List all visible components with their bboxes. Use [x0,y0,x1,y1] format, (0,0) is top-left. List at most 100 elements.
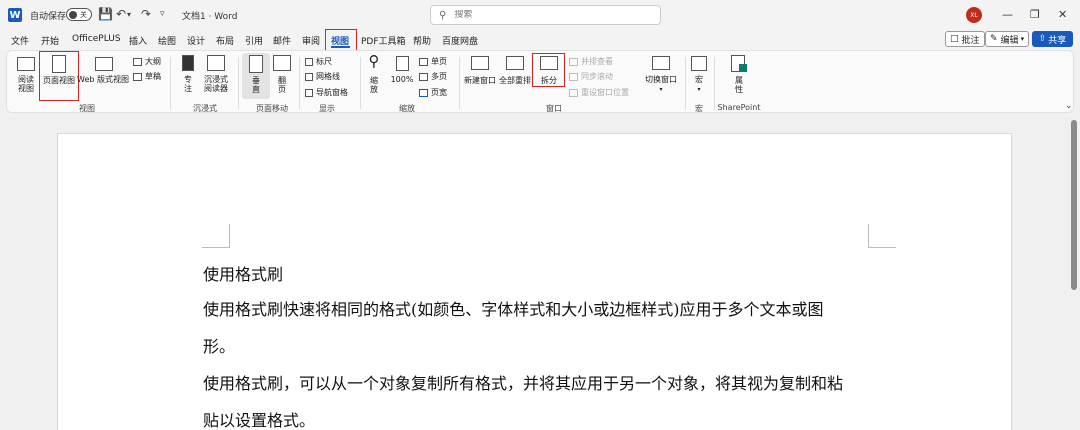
tab-design[interactable]: 设计 [187,34,205,47]
customize-toolbar-icon[interactable]: ▿ [160,9,165,19]
outline-icon [133,57,142,66]
new-window-icon [471,56,489,70]
reset-position-button[interactable]: 重设窗口位置 [569,87,629,98]
draft-button[interactable]: 草稿 [133,71,161,82]
draft-icon [133,72,142,81]
read-mode-button[interactable]: 阅读视图 [11,75,41,93]
gridlines-checkbox[interactable]: 网格线 [305,71,340,82]
immersive-reader-button[interactable]: 沉浸式阅读器 [200,75,232,93]
tab-home[interactable]: 开始 [41,34,59,47]
tab-references[interactable]: 引用 [245,34,263,47]
edit-label: 编辑 [1000,35,1019,46]
tab-pdf-toolbox[interactable]: PDF工具箱 [361,34,406,47]
toggle-knob [69,10,77,19]
separator [170,57,171,109]
zoom-group-label: 缩放 [399,104,415,113]
focus-button[interactable]: 专注 [179,75,197,93]
tab-insert[interactable]: 插入 [129,34,147,47]
new-window-label: 新建窗口 [464,76,496,85]
chevron-down-icon[interactable]: ⌄ [1065,101,1073,111]
search-box[interactable]: ⚲ [430,5,661,25]
side-by-side-button[interactable]: 并排查看 [569,56,613,67]
multiple-pages-icon [419,72,428,81]
zoom-button[interactable]: 缩放 [367,76,381,94]
one-page-icon [419,57,428,66]
properties-label: 属性 [735,76,743,95]
sharepoint-group-label: SharePoint [717,103,761,112]
edit-button[interactable]: ✎ 编辑 ▾ [985,31,1030,47]
outline-button[interactable]: 大纲 [133,56,161,67]
draft-label: 草稿 [145,72,161,81]
arrange-all-button[interactable]: 全部重排 [497,76,533,85]
document-title: 文档1 · Word [182,12,238,22]
macros-group-label: 宏 [695,104,703,113]
tab-draw[interactable]: 绘图 [158,34,176,47]
close-icon[interactable]: ✕ [1058,8,1067,21]
zoom-100-icon [396,56,409,71]
sync-scroll-button[interactable]: 同步滚动 [569,71,613,82]
ruler-check-icon [305,57,313,66]
search-input[interactable] [454,10,635,20]
multiple-pages-label: 多页 [431,72,447,81]
comment-icon: □ [950,34,959,44]
switch-windows-button[interactable]: 切换窗口 ▾ [641,75,681,94]
macros-button[interactable]: 宏 ▾ [691,75,707,94]
gridlines-label: 网格线 [316,72,340,81]
document-paragraph[interactable]: 形。 [203,333,235,357]
document-heading[interactable]: 使用格式刷 [203,261,283,285]
word-logo-icon: W [8,8,22,22]
multiple-pages-button[interactable]: 多页 [419,71,447,82]
zoom-label: 缩放 [370,76,378,95]
document-page[interactable]: 使用格式刷 使用格式刷快速将相同的格式(如颜色、字体样式和大小或边框样式)应用于… [57,133,1012,430]
tab-baidu-netdisk[interactable]: 百度网盘 [442,34,478,47]
read-mode-icon [17,57,35,71]
undo-dropdown-icon[interactable]: ▾ [127,10,131,19]
zoom-100-button[interactable]: 100% [388,75,416,84]
vertical-button[interactable]: 垂直 [247,76,265,94]
document-paragraph[interactable]: 使用格式刷，可以从一个对象复制所有格式，并将其应用于另一个对象，将其视为复制和粘 [203,370,843,394]
web-layout-label: Web 版式视图 [77,75,129,84]
immersive-reader-label: 沉浸式阅读器 [204,75,228,94]
one-page-button[interactable]: 单页 [419,56,447,67]
undo-icon[interactable]: ↶ [116,7,126,21]
vertical-label: 垂直 [252,76,260,95]
web-layout-icon [95,57,113,71]
navigation-pane-checkbox[interactable]: 导航窗格 [305,87,348,98]
side-to-side-icon [273,55,291,71]
restore-icon[interactable]: ❐ [1030,8,1040,21]
minimize-icon[interactable]: — [1002,8,1013,21]
separator [459,57,460,109]
magnifier-icon: ⚲ [368,52,380,70]
page-movement-group-label: 页面移动 [256,104,288,113]
autosave-toggle[interactable]: 关 [66,8,92,21]
navigation-check-icon [305,88,313,97]
arrange-all-icon [506,56,524,70]
side-to-side-button[interactable]: 翻页 [273,76,291,94]
web-layout-button[interactable]: Web 版式视图 [77,75,129,84]
tab-mailings[interactable]: 邮件 [273,34,291,47]
tab-layout[interactable]: 布局 [216,34,234,47]
avatar[interactable]: XL [966,7,982,23]
side-by-side-icon [569,57,578,66]
ruler-checkbox[interactable]: 标尺 [305,56,332,67]
separator [360,57,361,109]
properties-button[interactable]: 属性 [732,76,746,94]
comment-button[interactable]: □ 批注 [945,31,985,47]
chevron-down-icon: ▾ [1020,35,1025,43]
tab-file[interactable]: 文件 [11,34,29,47]
tab-review[interactable]: 审阅 [302,34,320,47]
document-paragraph[interactable]: 使用格式刷快速将相同的格式(如颜色、字体样式和大小或边框样式)应用于多个文本或图 [203,296,824,320]
share-button[interactable]: ⇧ 共享 [1032,31,1073,47]
save-icon[interactable]: 💾 [98,7,113,21]
arrange-all-label: 全部重排 [499,76,531,85]
page-width-button[interactable]: 页宽 [419,87,447,98]
sync-scroll-icon [569,72,578,81]
document-area: 使用格式刷 使用格式刷快速将相同的格式(如颜色、字体样式和大小或边框样式)应用于… [0,118,1080,430]
new-window-button[interactable]: 新建窗口 [462,76,498,85]
redo-icon[interactable]: ↷ [141,7,151,21]
tab-officeplus[interactable]: OfficePLUS [72,34,121,44]
document-paragraph[interactable]: 贴以设置格式。 [203,407,315,430]
tab-help[interactable]: 帮助 [413,34,431,47]
ribbon-tabs: 文件 开始 OfficePLUS 插入 绘图 设计 布局 引用 邮件 审阅 视图… [0,30,1080,50]
vertical-scrollbar[interactable] [1071,120,1077,290]
